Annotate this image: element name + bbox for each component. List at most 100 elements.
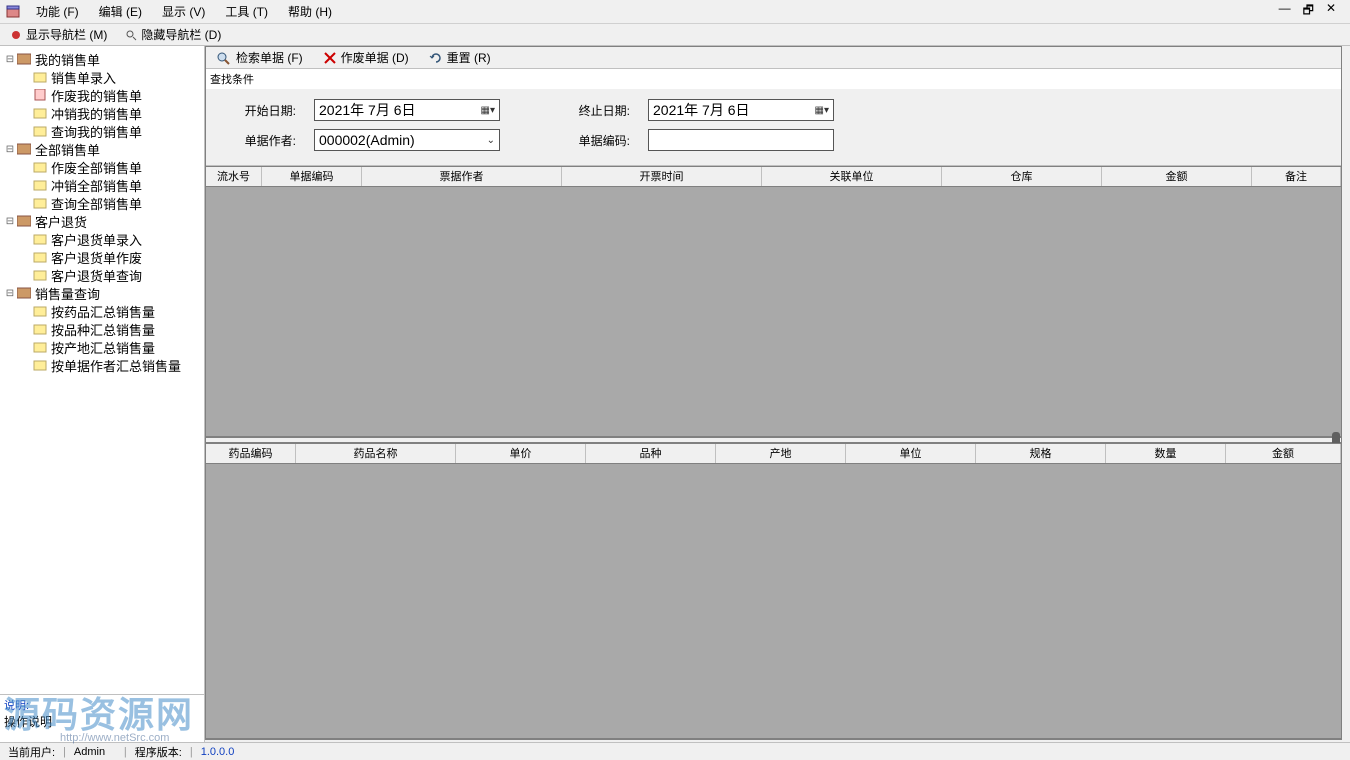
tree-group-my-sales[interactable]: ⊟我的销售单 [2,50,202,68]
col-spec[interactable]: 规格 [976,444,1106,463]
col-drug-code[interactable]: 药品编码 [206,444,296,463]
tree-group-all-sales[interactable]: ⊟全部销售单 [2,140,202,158]
tree-item-query-all-sales[interactable]: 查询全部销售单 [2,194,202,212]
end-date-picker[interactable]: 2021年 7月 6日 ▦▾ [648,99,834,121]
folder-icon [32,160,48,174]
nav-tree: ⊟我的销售单 销售单录入 作废我的销售单 冲销我的销售单 查询我的销售单 ⊟全部… [0,46,204,694]
folder-icon [32,124,48,138]
book-icon [16,286,32,300]
tree-item-by-origin[interactable]: 按产地汇总销售量 [2,338,202,356]
tree-group-returns[interactable]: ⊟客户退货 [2,212,202,230]
author-select[interactable]: 000002(Admin)⌄ [314,129,500,151]
col-amount2[interactable]: 金额 [1226,444,1341,463]
show-nav-label: 显示导航栏 (M) [26,26,107,43]
tree-group-sales-qty[interactable]: ⊟销售量查询 [2,284,202,302]
orders-grid[interactable]: 流水号 单据编码 票据作者 开票时间 关联单位 仓库 金额 备注 [206,166,1341,437]
tree-label: 客户退货单查询 [51,266,142,285]
folder-icon [32,322,48,336]
filter-form: 开始日期: 2021年 7月 6日▦▾ 终止日期: 2021年 7月 6日▦▾ … [206,89,1341,166]
tree-label: 我的销售单 [35,50,100,69]
folder-icon [32,250,48,264]
tree-item-by-author[interactable]: 按单据作者汇总销售量 [2,356,202,374]
col-time[interactable]: 开票时间 [562,167,762,186]
tree-label: 按产地汇总销售量 [51,338,155,357]
magnifier-icon [216,51,232,65]
col-price[interactable]: 单价 [456,444,586,463]
folder-icon [32,232,48,246]
end-date-value: 2021年 7月 6日 [653,100,750,120]
search-label: 检索单据 (F) [236,49,303,66]
tree-label: 冲销我的销售单 [51,104,142,123]
tree-item-return-query[interactable]: 客户退货单查询 [2,266,202,284]
tree-item-void-all-sales[interactable]: 作废全部销售单 [2,158,202,176]
tree-label: 作废我的销售单 [51,86,142,105]
col-drug-name[interactable]: 药品名称 [296,444,456,463]
folder-icon [32,106,48,120]
tree-label: 按单据作者汇总销售量 [51,356,181,375]
col-remark[interactable]: 备注 [1252,167,1341,186]
details-grid[interactable]: 药品编码 药品名称 单价 品种 产地 单位 规格 数量 金额 [206,443,1341,739]
start-date-label: 开始日期: [226,102,296,119]
reset-label: 重置 (R) [447,49,491,66]
details-grid-header: 药品编码 药品名称 单价 品种 产地 单位 规格 数量 金额 [206,444,1341,464]
explain-title: 说明: [4,697,200,713]
pin-icon [10,29,22,41]
x-icon [323,51,337,65]
tree-item-sales-entry[interactable]: 销售单录入 [2,68,202,86]
calendar-dropdown-icon: ▦▾ [815,105,829,116]
tree-item-reverse-all-sales[interactable]: 冲销全部销售单 [2,176,202,194]
col-amount[interactable]: 金额 [1102,167,1252,186]
folder-icon [32,358,48,372]
hide-nav-button[interactable]: 隐藏导航栏 (D) [119,25,227,44]
explain-panel: 说明: 操作说明 [0,694,204,742]
col-serial[interactable]: 流水号 [206,167,262,186]
col-unit[interactable]: 单位 [846,444,976,463]
folder-icon [32,304,48,318]
start-date-value: 2021年 7月 6日 [319,100,416,120]
end-date-label: 终止日期: [560,102,630,119]
col-qty[interactable]: 数量 [1106,444,1226,463]
search-button[interactable]: 检索单据 (F) [210,48,309,67]
col-related[interactable]: 关联单位 [762,167,942,186]
search-icon [125,29,137,41]
filter-section-label: 查找条件 [206,69,1341,89]
author-value: 000002(Admin) [319,132,415,148]
reset-button[interactable]: 重置 (R) [423,48,497,67]
tree-label: 查询我的销售单 [51,122,142,141]
col-origin[interactable]: 产地 [716,444,846,463]
col-warehouse[interactable]: 仓库 [942,167,1102,186]
tree-item-void-my-sales[interactable]: 作废我的销售单 [2,86,202,104]
window-minimize[interactable]: — [1279,1,1291,22]
tree-label: 销售量查询 [35,284,100,303]
menu-view[interactable]: 显示 (V) [152,1,215,22]
menu-tools[interactable]: 工具 (T) [215,1,278,22]
void-button[interactable]: 作废单据 (D) [317,48,415,67]
show-nav-button[interactable]: 显示导航栏 (M) [4,25,113,44]
clipboard-icon [32,88,48,102]
tree-label: 作废全部销售单 [51,158,142,177]
menu-help[interactable]: 帮助 (H) [278,1,342,22]
tree-label: 客户退货 [35,212,87,231]
tree-item-by-drug[interactable]: 按药品汇总销售量 [2,302,202,320]
tree-label: 客户退货单作废 [51,248,142,267]
tree-item-return-void[interactable]: 客户退货单作废 [2,248,202,266]
tree-item-return-entry[interactable]: 客户退货单录入 [2,230,202,248]
window-close[interactable]: ✕ [1326,1,1336,22]
tree-label: 按药品汇总销售量 [51,302,155,321]
menu-function[interactable]: 功能 (F) [26,1,89,22]
status-user: Admin [70,746,120,758]
reset-icon [429,51,443,65]
col-author[interactable]: 票据作者 [362,167,562,186]
status-version: 1.0.0.0 [197,746,239,758]
tree-item-reverse-my-sales[interactable]: 冲销我的销售单 [2,104,202,122]
code-input[interactable] [648,129,834,151]
col-code[interactable]: 单据编码 [262,167,362,186]
tree-item-query-my-sales[interactable]: 查询我的销售单 [2,122,202,140]
col-variety[interactable]: 品种 [586,444,716,463]
tree-label: 销售单录入 [51,68,116,87]
status-bar: 当前用户: | Admin | 程序版本: | 1.0.0.0 [0,742,1350,760]
menu-edit[interactable]: 编辑 (E) [89,1,152,22]
start-date-picker[interactable]: 2021年 7月 6日▦▾ [314,99,500,121]
window-restore[interactable]: 🗗 [1303,1,1314,22]
tree-item-by-variety[interactable]: 按品种汇总销售量 [2,320,202,338]
